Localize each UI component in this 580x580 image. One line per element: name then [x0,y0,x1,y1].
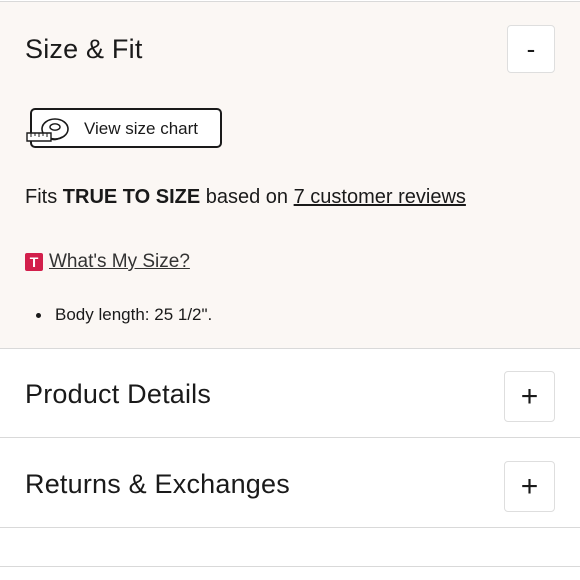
view-size-chart-label: View size chart [84,119,199,138]
fit-prefix: Fits [25,186,63,208]
section-divider [0,348,580,349]
product-details-title[interactable]: Product Details [25,379,211,410]
fit-rating: TRUE TO SIZE [62,186,201,208]
body-length-text: Body length: 25 1/2". [55,305,213,324]
whats-my-size-link[interactable]: What's My Size? [49,251,190,273]
brand-badge-icon: T [25,253,43,271]
returns-exchanges-title[interactable]: Returns & Exchanges [25,469,290,500]
customer-reviews-link[interactable]: 7 customer reviews [294,186,466,208]
size-fit-title: Size & Fit [25,34,143,64]
list-item: Body length: 25 1/2". [36,305,212,325]
fit-summary: Fits TRUE TO SIZE based on 7 customer re… [25,186,466,209]
whats-my-size-row: T What's My Size? [25,251,190,273]
accordion-page: Size & Fit - View size chart Fits TRUE T… [0,0,580,580]
returns-exchanges-expand-button[interactable]: + [504,461,555,512]
section-divider [0,527,580,528]
section-divider [0,566,580,567]
measuring-tape-icon [26,118,69,142]
size-fit-section: Size & Fit - View size chart Fits TRUE T… [0,2,580,348]
fit-middle: based on [200,186,294,208]
section-divider [0,437,580,438]
product-details-expand-button[interactable]: + [504,371,555,422]
bullet-icon [36,312,41,318]
view-size-chart-button[interactable]: View size chart [26,108,222,148]
size-fit-collapse-button[interactable]: - [507,25,555,73]
